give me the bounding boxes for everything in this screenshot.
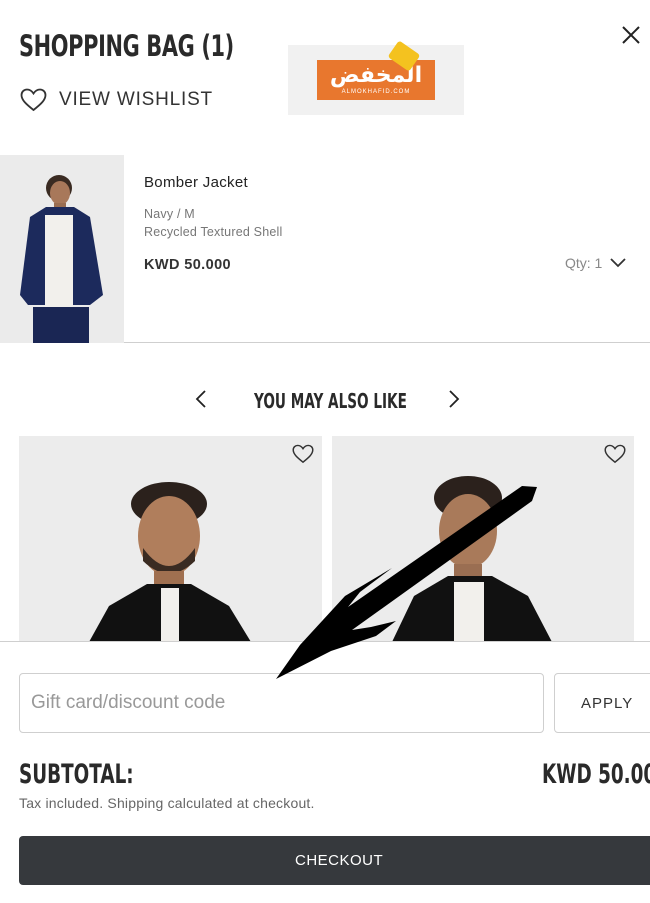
carousel-prev-button[interactable]: [188, 386, 214, 412]
add-to-wishlist-button[interactable]: [290, 442, 316, 466]
view-wishlist-link[interactable]: VIEW WISHLIST: [20, 86, 213, 114]
product-card[interactable]: [332, 436, 634, 642]
heart-icon: [292, 444, 314, 464]
cart-footer: APPLY SUBTOTAL: KWD 50.000 Tax included.…: [0, 641, 650, 903]
tax-note: Tax included. Shipping calculated at che…: [19, 795, 315, 811]
cart-item: Bomber Jacket Navy / M Recycled Textured…: [0, 155, 650, 343]
chevron-right-icon: [449, 390, 460, 408]
product-card-image: [332, 436, 634, 642]
close-button[interactable]: [618, 22, 644, 48]
checkout-button[interactable]: CHECKOUT: [19, 836, 650, 885]
page-title: SHOPPING BAG (1): [19, 29, 234, 63]
heart-icon: [20, 88, 47, 112]
discount-code-input[interactable]: [19, 673, 544, 733]
logo-site-text: ALMOKHAFID.COM: [341, 89, 411, 95]
apply-button[interactable]: APPLY: [554, 673, 650, 733]
item-material: Recycled Textured Shell: [144, 225, 283, 239]
recommendations-header: YOU MAY ALSO LIKE: [0, 384, 650, 416]
chevron-left-icon: [195, 390, 206, 408]
product-card[interactable]: [19, 436, 322, 642]
product-image[interactable]: [0, 155, 124, 343]
subtotal-label: SUBTOTAL:: [19, 759, 134, 790]
quantity-select[interactable]: Qty: 1: [565, 255, 626, 271]
subtotal-value: KWD 50.000: [542, 759, 650, 790]
carousel-next-button[interactable]: [441, 386, 467, 412]
add-to-wishlist-button[interactable]: [602, 442, 628, 466]
item-price: KWD 50.000: [144, 257, 232, 273]
watermark-logo: المخفض ALMOKHAFID.COM: [288, 40, 464, 115]
recommendations-title: YOU MAY ALSO LIKE: [254, 389, 407, 413]
wishlist-label: VIEW WISHLIST: [59, 89, 213, 110]
chevron-down-icon: [610, 258, 626, 268]
logo-badge: المخفض ALMOKHAFID.COM: [317, 40, 435, 100]
jacket-model-figure: [0, 155, 124, 343]
item-variant: Navy / M: [144, 207, 195, 221]
item-name[interactable]: Bomber Jacket: [144, 174, 248, 191]
heart-icon: [604, 444, 626, 464]
product-card-image: [19, 436, 322, 642]
close-icon: [622, 26, 640, 44]
quantity-label: Qty: 1: [565, 255, 603, 271]
